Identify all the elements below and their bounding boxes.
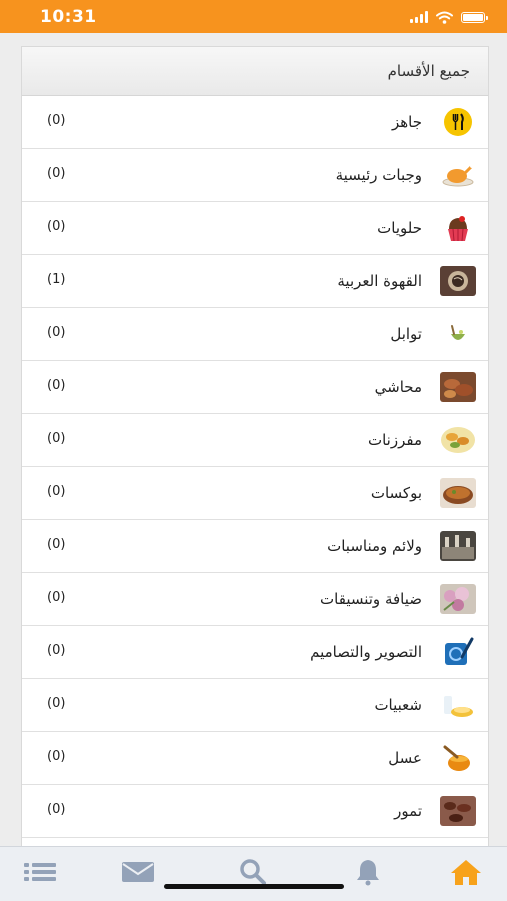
categories-panel: جميع الأقسام جاهز (0) وجبات رئيسية (0) ح…: [21, 46, 489, 848]
category-row[interactable]: القهوة العربية (1): [22, 255, 488, 308]
battery-icon: [461, 11, 488, 23]
category-count: (0): [47, 537, 66, 552]
cellular-signal-icon: [410, 11, 428, 23]
design-pen-icon: [440, 637, 476, 667]
mail-icon: [122, 862, 154, 882]
wifi-icon: [436, 11, 453, 24]
roast-chicken-icon: [440, 160, 476, 190]
category-row[interactable]: مفرزنات (0): [22, 414, 488, 467]
category-name: تمور: [394, 802, 422, 820]
category-count: (0): [47, 802, 66, 817]
category-name: حلويات: [377, 219, 422, 237]
category-row[interactable]: تمور (0): [22, 785, 488, 838]
tab-home[interactable]: [449, 857, 483, 887]
status-bar: 10:31: [0, 0, 507, 33]
flowers-photo-icon: [440, 584, 476, 614]
category-name: بوكسات: [370, 484, 422, 502]
category-count: (0): [47, 219, 66, 234]
home-indicator: [164, 884, 344, 889]
home-icon: [451, 860, 481, 885]
category-name: شعبيات: [374, 696, 422, 714]
category-row[interactable]: توابل (0): [22, 308, 488, 361]
frozen-food-icon: [440, 425, 476, 455]
category-name: ضيافة وتنسيقات: [320, 590, 422, 608]
category-row[interactable]: وجبات رئيسية (0): [22, 149, 488, 202]
category-name: عسل: [388, 749, 422, 767]
category-count: (0): [47, 643, 66, 658]
search-icon: [240, 859, 266, 885]
bottom-tab-bar: [0, 846, 507, 901]
cupcake-icon: [440, 213, 476, 243]
category-count: (0): [47, 431, 66, 446]
category-count: (0): [47, 166, 66, 181]
category-name: مفرزنات: [367, 431, 422, 449]
category-count: (0): [47, 590, 66, 605]
category-name: التصوير والتصاميم: [310, 643, 422, 661]
box-meal-icon: [440, 478, 476, 508]
category-count: (0): [47, 378, 66, 393]
tab-notifications[interactable]: [351, 857, 385, 887]
list-icon: [24, 863, 56, 881]
tab-search[interactable]: [236, 857, 270, 887]
category-row[interactable]: حلويات (0): [22, 202, 488, 255]
spice-bowl-icon: [440, 319, 476, 349]
category-name: القهوة العربية: [337, 272, 422, 290]
coffee-photo-icon: [440, 266, 476, 296]
category-row[interactable]: عسل (0): [22, 732, 488, 785]
category-row[interactable]: ولائم ومناسبات (0): [22, 520, 488, 573]
dates-photo-icon: [440, 796, 476, 826]
category-row[interactable]: التصوير والتصاميم (0): [22, 626, 488, 679]
category-count: (0): [47, 484, 66, 499]
banquet-photo-icon: [440, 531, 476, 561]
status-time: 10:31: [40, 7, 97, 27]
tab-list[interactable]: [23, 857, 57, 887]
category-count: (1): [47, 272, 66, 287]
category-count: (0): [47, 696, 66, 711]
category-name: محاشي: [374, 378, 422, 396]
tab-messages[interactable]: [121, 857, 155, 887]
category-name: توابل: [390, 325, 422, 343]
category-row[interactable]: بوكسات (0): [22, 467, 488, 520]
category-name: جاهز: [391, 113, 422, 131]
status-icons: [410, 10, 488, 24]
category-row[interactable]: شعبيات (0): [22, 679, 488, 732]
page-title: جميع الأقسام: [387, 62, 470, 80]
bell-icon: [357, 860, 379, 886]
honey-icon: [440, 743, 476, 773]
fork-knife-icon: [440, 107, 476, 137]
category-count: (0): [47, 749, 66, 764]
panel-header: جميع الأقسام: [22, 47, 488, 96]
category-row[interactable]: ضيافة وتنسيقات (0): [22, 573, 488, 626]
stuffed-food-photo-icon: [440, 372, 476, 402]
category-name: ولائم ومناسبات: [327, 537, 422, 555]
category-list: جاهز (0) وجبات رئيسية (0) حلويات (0) الق…: [22, 96, 488, 838]
category-row[interactable]: جاهز (0): [22, 96, 488, 149]
category-name: وجبات رئيسية: [335, 166, 422, 184]
category-count: (0): [47, 113, 66, 128]
traditional-food-icon: [440, 690, 476, 720]
category-row[interactable]: محاشي (0): [22, 361, 488, 414]
category-count: (0): [47, 325, 66, 340]
